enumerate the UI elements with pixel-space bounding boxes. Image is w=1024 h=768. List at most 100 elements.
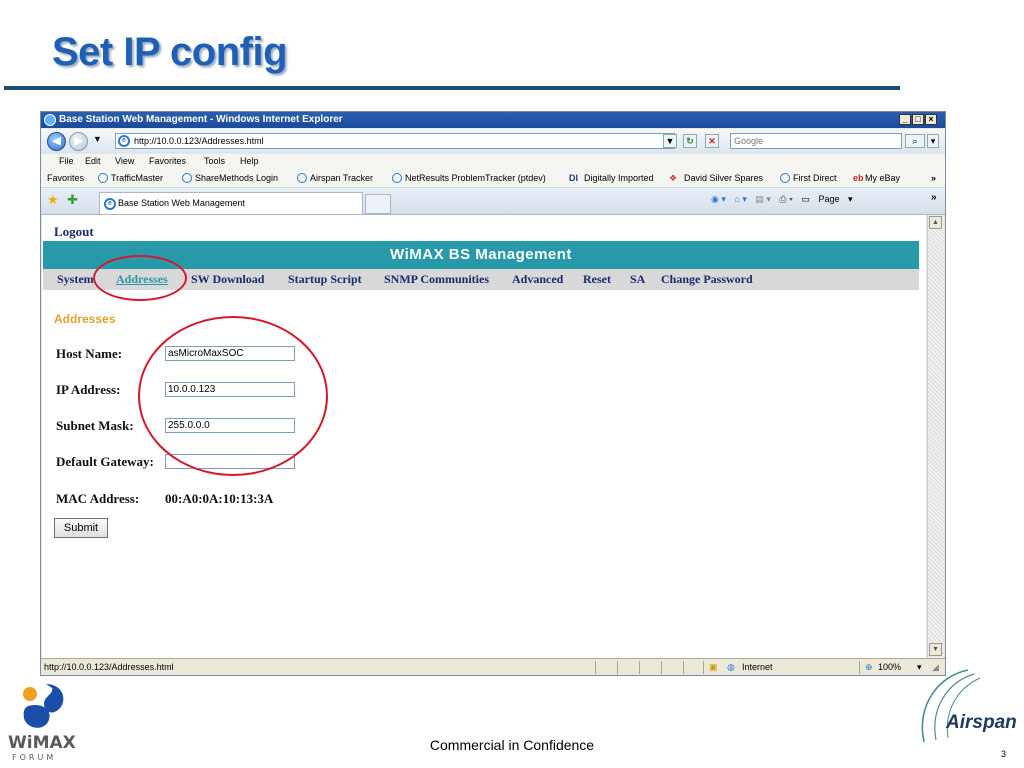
nav-advanced[interactable]: Advanced <box>512 269 563 290</box>
close-button[interactable]: × <box>925 114 937 125</box>
favorite-david-silver[interactable]: David Silver Spares <box>684 169 763 187</box>
annotation-ellipse-addresses <box>93 255 187 301</box>
chevron-more-icon[interactable]: » <box>931 169 936 187</box>
address-dropdown-button[interactable]: ▼ <box>663 134 677 148</box>
footer-text: Commercial in Confidence <box>429 737 595 753</box>
menu-edit[interactable]: Edit <box>85 154 101 169</box>
submit-button[interactable]: Submit <box>54 518 108 538</box>
ie-icon <box>98 173 108 183</box>
status-divider <box>661 661 662 674</box>
title-rule <box>4 86 900 90</box>
ie-icon <box>297 173 307 183</box>
search-placeholder: Google <box>734 136 764 146</box>
address-text: http://10.0.0.123/Addresses.html <box>134 136 264 146</box>
zone-text: Internet <box>742 662 773 672</box>
host-name-label: Host Name: <box>56 346 123 361</box>
globe-icon: ◍ <box>727 662 735 672</box>
favorite-trafficmaster[interactable]: TrafficMaster <box>111 169 163 187</box>
mac-address-value: 00:A0:0A:10:13:3A <box>165 491 274 506</box>
menu-view[interactable]: View <box>115 154 134 169</box>
zoom-icon: ⊕ <box>865 662 873 672</box>
command-bar: ◉ ▾ ⌂ ▾ ▤ ▾ ⎙ ▾ ▭ Page ▾ <box>711 194 859 205</box>
favorite-first-direct[interactable]: First Direct <box>793 169 837 187</box>
page-number: 3 <box>1001 749 1007 759</box>
mac-address-label: MAC Address: <box>56 491 140 506</box>
nav-reset[interactable]: Reset <box>583 269 611 290</box>
nav-snmp-communities[interactable]: SNMP Communities <box>384 269 489 290</box>
stop-icon[interactable]: ✕ <box>705 134 719 148</box>
ie-icon <box>44 114 56 126</box>
spares-icon: ❖ <box>669 173 678 183</box>
favorite-sharemethods[interactable]: ShareMethods Login <box>195 169 278 187</box>
favorite-netresults[interactable]: NetResults ProblemTracker (ptdev) <box>405 169 546 187</box>
search-options-icon[interactable]: ▾ <box>927 134 939 148</box>
page-menu[interactable]: Page <box>818 194 839 204</box>
logout-link[interactable]: Logout <box>54 224 94 240</box>
favorite-airspan-tracker[interactable]: Airspan Tracker <box>310 169 373 187</box>
ie-icon <box>392 173 402 183</box>
ie-icon <box>182 173 192 183</box>
tab-ie-icon: e <box>104 198 116 210</box>
window-title: Base Station Web Management - Windows In… <box>59 114 343 125</box>
di-icon: DI <box>569 173 578 183</box>
status-url: http://10.0.0.123/Addresses.html <box>44 662 174 672</box>
favorites-bar: Favorites TrafficMaster ShareMethods Log… <box>41 169 945 188</box>
default-gateway-label: Default Gateway: <box>56 454 154 469</box>
address-input[interactable]: e http://10.0.0.123/Addresses.html <box>115 133 675 149</box>
scroll-up-icon[interactable]: ▲ <box>929 216 942 229</box>
status-bar: http://10.0.0.123/Addresses.html ▣ ◍ Int… <box>41 658 945 675</box>
favorite-my-ebay[interactable]: My eBay <box>865 169 900 187</box>
page-menu-icon: ▭ <box>801 194 810 204</box>
menu-tools[interactable]: Tools <box>204 154 225 169</box>
wimax-logo-subtext: FORUM <box>12 753 56 762</box>
page-icon: e <box>118 135 130 147</box>
address-toolbar: ◀ ▶ ▼ e http://10.0.0.123/Addresses.html… <box>41 129 945 153</box>
refresh-icon[interactable]: ↻ <box>683 134 697 148</box>
feeds-icon[interactable]: ◉ ▾ <box>711 194 726 204</box>
menu-help[interactable]: Help <box>240 154 259 169</box>
ip-address-label: IP Address: <box>56 382 121 397</box>
back-button[interactable]: ◀ <box>47 132 66 151</box>
nav-change-password[interactable]: Change Password <box>661 269 753 290</box>
print-icon[interactable]: ⎙ ▾ <box>779 194 792 204</box>
favorite-digitally-imported[interactable]: Digitally Imported <box>584 169 654 187</box>
slide-title: Set IP config <box>52 30 288 74</box>
window-titlebar: Base Station Web Management - Windows In… <box>41 112 945 128</box>
vertical-scrollbar[interactable]: ▲ ▼ <box>927 215 944 658</box>
scroll-down-icon[interactable]: ▼ <box>929 643 942 656</box>
status-divider <box>595 661 596 674</box>
chevron-more-icon[interactable]: » <box>931 192 937 203</box>
search-input[interactable]: Google <box>730 133 902 149</box>
section-title: Addresses <box>54 312 116 326</box>
minimize-button[interactable]: _ <box>899 114 911 125</box>
airspan-logo: Airspan <box>921 669 1017 743</box>
nav-system[interactable]: System <box>57 269 94 290</box>
home-icon[interactable]: ⌂ ▾ <box>734 194 746 204</box>
history-dropdown-icon[interactable]: ▼ <box>93 134 102 144</box>
nav-sw-download[interactable]: SW Download <box>191 269 264 290</box>
nav-sa[interactable]: SA <box>630 269 645 290</box>
status-divider <box>639 661 640 674</box>
search-icon[interactable]: ⌕ <box>905 134 925 148</box>
ie-icon <box>780 173 790 183</box>
forward-button[interactable]: ▶ <box>69 132 88 151</box>
rss-icon[interactable]: ▤ ▾ <box>755 194 771 204</box>
page-menu-chevron-icon[interactable]: ▾ <box>848 194 853 204</box>
security-lock-icon: ▣ <box>709 662 718 672</box>
nav-startup-script[interactable]: Startup Script <box>288 269 362 290</box>
menu-file[interactable]: File <box>59 154 74 169</box>
favorites-star-icon[interactable]: ★ <box>47 192 59 208</box>
menu-favorites[interactable]: Favorites <box>149 154 186 169</box>
add-favorite-icon[interactable]: ✚ <box>67 192 78 208</box>
new-tab-button[interactable] <box>365 194 391 214</box>
airspan-logo-text: Airspan <box>945 712 1017 733</box>
subnet-mask-label: Subnet Mask: <box>56 418 134 433</box>
annotation-ellipse-fields <box>138 316 328 476</box>
menu-bar: File Edit View Favorites Tools Help <box>41 154 945 169</box>
maximize-button[interactable]: □ <box>912 114 924 125</box>
favorites-label[interactable]: Favorites <box>47 169 84 187</box>
status-divider <box>703 661 704 674</box>
tab-row: ★ ✚ e Base Station Web Management ◉ ▾ ⌂ … <box>41 188 945 215</box>
tab-base-station[interactable]: e Base Station Web Management <box>99 192 363 214</box>
status-divider <box>683 661 684 674</box>
